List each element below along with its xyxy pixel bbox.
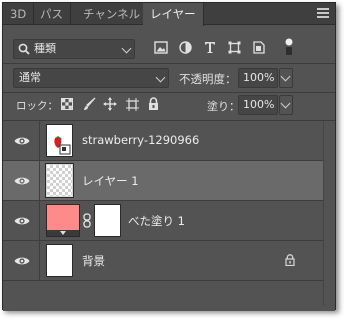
panel-menu-icon[interactable] — [317, 8, 329, 20]
filter-toggle-icon[interactable] — [284, 38, 294, 56]
layer-thumbnail-transparent — [45, 163, 74, 198]
visibility-eye-icon[interactable] — [14, 176, 30, 186]
layer-name[interactable]: strawberry-1290966 — [82, 133, 199, 147]
image-filter-icon[interactable] — [154, 41, 168, 54]
layer-name[interactable]: レイヤー 1 — [82, 173, 139, 189]
chevron-down-icon — [280, 71, 291, 82]
blend-mode-select[interactable]: 通常 — [13, 68, 169, 88]
text-filter-icon[interactable] — [204, 41, 216, 54]
fill-input[interactable]: 100% — [238, 95, 278, 115]
layer-thumbnail — [46, 244, 73, 277]
lock-move-icon[interactable] — [103, 97, 117, 111]
opacity-label: 不透明度： — [179, 72, 237, 86]
fill-value: 100% — [243, 98, 275, 111]
filter-kind-select[interactable]: 種類 — [13, 39, 135, 59]
divider — [3, 92, 335, 93]
divider — [39, 121, 40, 161]
visibility-eye-icon[interactable] — [14, 136, 30, 146]
lock-paint-icon[interactable] — [83, 97, 96, 111]
layer-row-solid-fill[interactable]: べた塗り 1 — [3, 201, 323, 241]
layer-row-background[interactable]: 背景 — [3, 241, 323, 281]
search-icon — [18, 43, 30, 55]
opacity-slider-button[interactable] — [279, 68, 293, 88]
panel-tab-bar: 3D パス チャンネル レイヤー — [3, 3, 335, 26]
fill-label: 塗り： — [207, 100, 240, 113]
visibility-eye-icon[interactable] — [14, 256, 30, 266]
smartobject-filter-icon[interactable] — [253, 41, 265, 54]
opacity-value: 100% — [243, 71, 275, 84]
adjustment-filter-icon[interactable] — [179, 41, 192, 54]
lock-all-icon[interactable] — [148, 97, 159, 110]
divider — [3, 63, 335, 64]
tab-3d[interactable]: 3D — [3, 3, 35, 25]
chevron-down-icon — [155, 72, 166, 83]
fill-indicator-icon — [47, 230, 79, 236]
tab-layers[interactable]: レイヤー — [143, 3, 204, 26]
visibility-eye-icon[interactable] — [14, 216, 30, 226]
strawberry-thumbnail-icon — [54, 136, 71, 155]
layer-mask-thumbnail[interactable] — [94, 204, 121, 237]
filter-kind-label: 種類 — [34, 42, 56, 55]
blend-mode-value: 通常 — [19, 71, 41, 84]
fill-color-thumbnail[interactable] — [46, 204, 80, 237]
layer-list: strawberry-1290966 レイヤー 1 べた塗り 1 背景 — [3, 121, 323, 306]
divider — [39, 161, 40, 201]
layer-row-strawberry[interactable]: strawberry-1290966 — [3, 121, 323, 161]
lock-label: ロック： — [16, 100, 58, 112]
panel-footer — [3, 306, 335, 311]
layer-name[interactable]: 背景 — [82, 253, 105, 269]
layer-list-scrollbar[interactable] — [323, 121, 335, 306]
shape-filter-icon[interactable] — [228, 41, 241, 54]
opacity-input[interactable]: 100% — [238, 68, 278, 88]
link-chain-icon[interactable] — [83, 213, 91, 228]
layer-lock-icon[interactable] — [285, 254, 295, 266]
layer-row-layer1[interactable]: レイヤー 1 — [3, 161, 323, 201]
layers-panel: 3D パス チャンネル レイヤー 種類 通常 不透明度： 100% ロック： 塗… — [2, 2, 336, 311]
tab-channels[interactable]: チャンネル — [76, 3, 149, 25]
divider — [39, 241, 40, 281]
layer-thumbnail — [46, 124, 73, 157]
chevron-down-icon — [280, 98, 291, 109]
divider — [39, 201, 40, 241]
layer-name[interactable]: べた塗り 1 — [128, 213, 185, 229]
lock-transparent-icon[interactable] — [61, 98, 73, 110]
chevron-down-icon — [121, 43, 132, 54]
tab-paths[interactable]: パス — [33, 3, 71, 25]
lock-artboard-icon[interactable] — [126, 98, 139, 111]
fill-slider-button[interactable] — [279, 95, 293, 115]
